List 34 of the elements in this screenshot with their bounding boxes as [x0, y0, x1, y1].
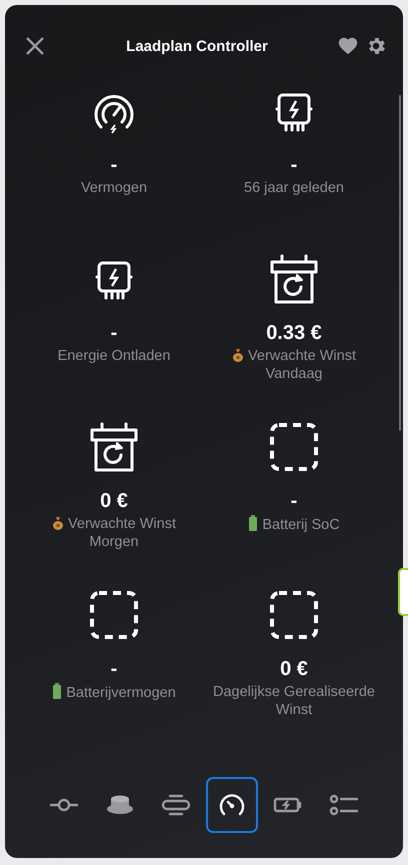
value-text: - — [290, 153, 298, 177]
tile-label: 56 jaar geleden — [244, 180, 344, 196]
tab[interactable] — [206, 777, 258, 833]
tile-label: Batterijvermogen — [66, 685, 176, 701]
window-title: Laadplan Controller — [125, 38, 269, 54]
calendar-refresh-icon — [268, 253, 320, 305]
dashed-square-icon — [268, 589, 320, 641]
value-text: 0 € — [100, 489, 128, 513]
dashed-square-icon — [268, 421, 320, 473]
value-text: - — [110, 657, 118, 681]
stacked-bars-icon — [161, 793, 191, 817]
value-text: - — [110, 153, 118, 177]
battery-icon — [248, 515, 258, 531]
side-widget — [398, 568, 408, 616]
money-bag-icon — [52, 516, 64, 530]
value-text: 0.33 € — [266, 321, 322, 345]
tile-label: Verwachte Winst Morgen — [68, 516, 176, 550]
list-icon — [329, 793, 359, 817]
tile-label: Batterij SoC — [262, 517, 340, 533]
push-button-icon — [105, 793, 135, 817]
tile-label: Energie Ontladen — [58, 348, 170, 364]
tile-label: Verwachte Winst Vandaag — [248, 348, 356, 382]
dashed-square-icon — [88, 589, 140, 641]
heart-icon[interactable] — [337, 35, 359, 57]
scrollbar[interactable] — [399, 95, 401, 431]
value-text: - — [110, 321, 118, 345]
gauge-icon — [217, 793, 247, 817]
value-text: - — [290, 489, 298, 513]
battery-icon — [52, 683, 62, 699]
tile-label: Dagelijkse Gerealiseerde Winst — [213, 684, 375, 718]
calendar-refresh-icon — [88, 421, 140, 473]
money-bag-icon — [232, 348, 244, 362]
tile-label: Vermogen — [80, 180, 148, 196]
value-text: 0 € — [280, 657, 308, 681]
